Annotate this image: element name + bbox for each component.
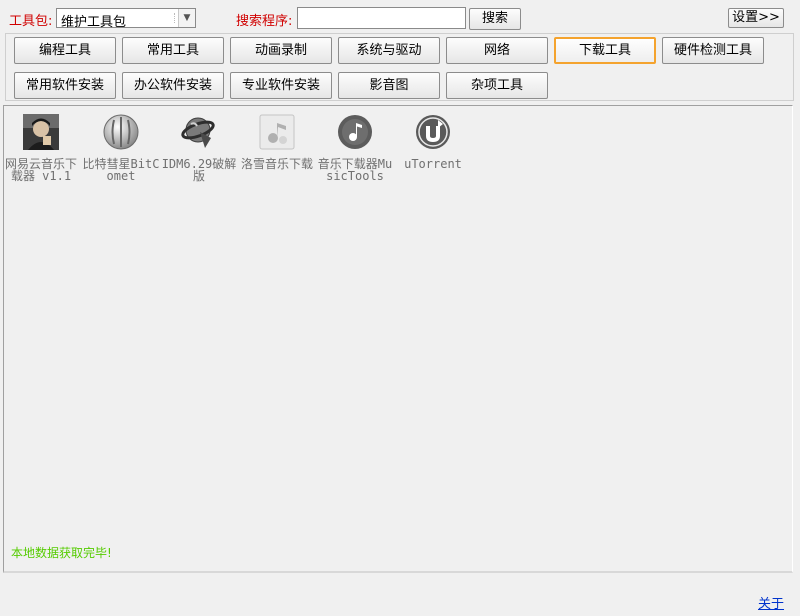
app-item-idm[interactable]: IDM6.29破解版	[160, 114, 238, 182]
category-media[interactable]: 影音图	[338, 72, 440, 99]
category-system-drivers[interactable]: 系统与驱动	[338, 37, 440, 64]
toolkit-label: 工具包:	[9, 14, 53, 29]
app-item-musictools[interactable]: 音乐下载器MusicTools	[316, 114, 394, 182]
category-network[interactable]: 网络	[446, 37, 548, 64]
toolkit-select[interactable]: 维护工具包 ▼	[56, 8, 196, 30]
app-item-utorrent[interactable]: uTorrent	[394, 114, 472, 170]
music-disc-icon	[338, 115, 372, 149]
app-name: uTorrent	[404, 157, 462, 171]
app-name: 网易云音乐下载器 v1.1	[4, 157, 77, 183]
app-name: 洛雪音乐下载	[240, 157, 313, 171]
status-text: 本地数据获取完毕!	[11, 546, 112, 560]
category-common-software-install[interactable]: 常用软件安装	[14, 72, 116, 99]
about-link[interactable]: 关于	[758, 593, 784, 612]
category-animation-recording[interactable]: 动画录制	[230, 37, 332, 64]
category-misc-tools[interactable]: 杂项工具	[446, 72, 548, 99]
utorrent-icon	[416, 115, 450, 149]
category-panel: 编程工具 常用工具 动画录制 系统与驱动 网络 下载工具 硬件检测工具 常用软件…	[5, 33, 794, 101]
category-download-tools[interactable]: 下载工具	[554, 37, 656, 64]
app-name: 音乐下载器MusicTools	[317, 157, 393, 183]
app-item-luoxue-music[interactable]: 洛雪音乐下载	[238, 114, 316, 170]
search-label: 搜索程序:	[236, 14, 293, 29]
search-input[interactable]	[297, 7, 466, 29]
category-common-tools[interactable]: 常用工具	[122, 37, 224, 64]
toolkit-select-value: 维护工具包	[61, 15, 127, 30]
category-office-software-install[interactable]: 办公软件安装	[122, 72, 224, 99]
search-button[interactable]: 搜索	[469, 8, 521, 30]
settings-button[interactable]: 设置>>	[728, 8, 784, 28]
app-name: 比特彗星BitComet	[82, 157, 160, 183]
app-list-area: 网易云音乐下载器 v1.1 比特彗星BitComet IDM6.29破解版 洛雪…	[3, 105, 793, 573]
category-hardware-detection[interactable]: 硬件检测工具	[662, 37, 764, 64]
app-name: IDM6.29破解版	[161, 157, 237, 183]
bitcomet-icon	[103, 114, 139, 150]
idm-globe-icon	[181, 117, 215, 148]
category-programming[interactable]: 编程工具	[14, 37, 116, 64]
app-item-bitcomet[interactable]: 比特彗星BitComet	[82, 114, 160, 182]
chevron-down-icon[interactable]: ▼	[178, 9, 195, 27]
photo-avatar-icon	[23, 114, 59, 150]
select-gripper	[174, 13, 177, 23]
category-professional-software-install[interactable]: 专业软件安装	[230, 72, 332, 99]
app-item-netease-music-downloader[interactable]: 网易云音乐下载器 v1.1	[2, 114, 80, 182]
top-toolbar: 工具包: 维护工具包 ▼ 搜索程序: 搜索 设置>>	[0, 0, 800, 32]
music-note-icon	[259, 114, 295, 150]
